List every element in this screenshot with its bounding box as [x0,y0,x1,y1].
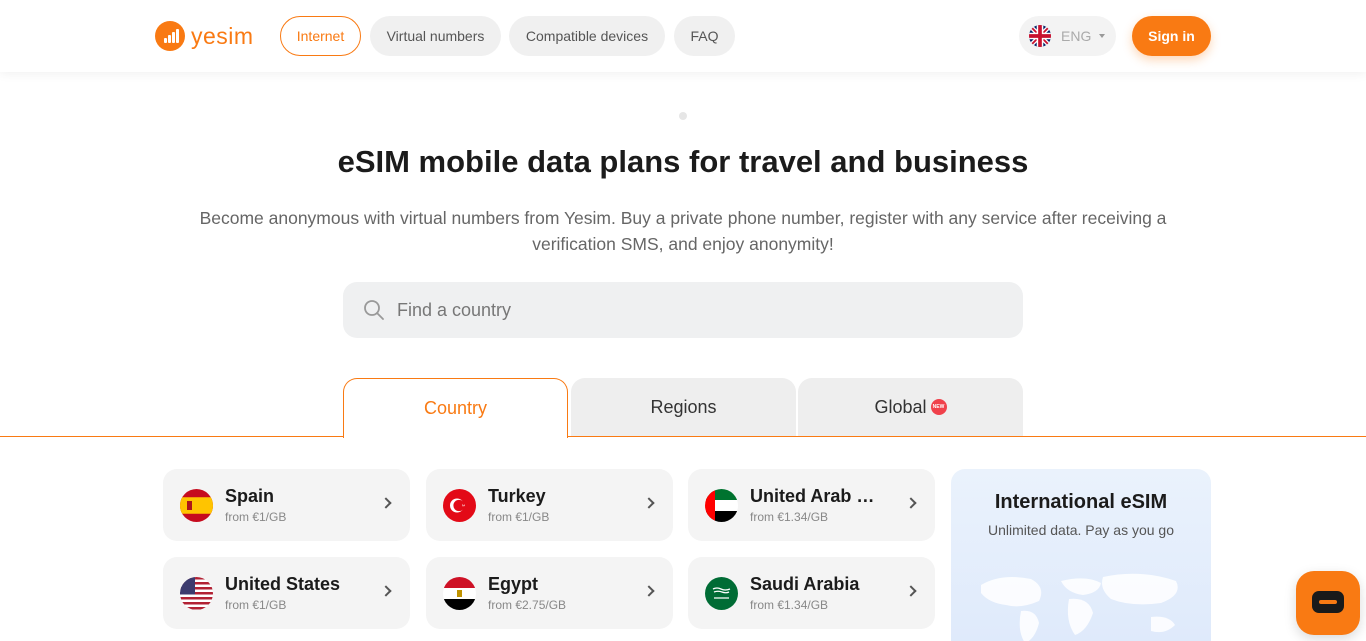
caret-down-icon [1099,34,1106,38]
country-name: Egypt [488,574,539,594]
nav-compatible-devices[interactable]: Compatible devices [509,16,665,56]
saudi-flag-icon [705,576,738,610]
country-price: from €1/GB [225,598,287,612]
country-price: from €1/GB [225,510,287,524]
us-flag-icon [180,576,213,610]
country-card-united-states[interactable]: United States from €1/GB [163,557,410,629]
tab-regions-label: Regions [650,396,717,417]
country-card-egypt[interactable]: Egypt from €2.75/GB [426,557,673,629]
country-name: Saudi Arabia [750,574,860,594]
international-esim-title: International eSIM [994,491,1168,513]
language-label: ENG [1061,28,1092,44]
nav-virtual-numbers[interactable]: Virtual numbers [370,16,501,56]
tab-global-label: Global [874,396,927,417]
country-name: Spain [225,486,275,506]
search-input[interactable] [397,299,977,321]
tab-regions[interactable]: Regions [571,378,796,436]
logo-text: yesim [191,22,254,49]
international-esim-card[interactable]: International eSIM Unlimited data. Pay a… [951,469,1211,641]
sign-in-button[interactable]: Sign in [1132,16,1211,56]
international-esim-subtitle: Unlimited data. Pay as you go [988,522,1174,538]
chat-button[interactable] [1296,571,1360,635]
country-price: from €1.34/GB [750,598,829,612]
tab-country[interactable]: Country [343,378,568,438]
page-subtitle: Become anonymous with virtual numbers fr… [199,208,1167,254]
world-map-icon [981,573,1178,641]
tabs-divider [0,436,1366,437]
country-card-turkey[interactable]: Turkey from €1/GB [426,469,673,541]
nav-faq[interactable]: FAQ [674,16,735,56]
country-card-saudi-arabia[interactable]: Saudi Arabia from €1.34/GB [688,557,935,629]
uk-flag-icon [1029,25,1051,47]
search-icon [364,300,384,320]
egypt-flag-icon [443,576,476,610]
country-price: from €1.34/GB [750,510,829,524]
country-search[interactable] [343,282,1023,338]
carousel-dot[interactable] [679,112,687,120]
turkey-flag-icon [443,488,476,522]
spain-flag-icon [180,488,213,522]
tab-country-label: Country [423,398,488,418]
country-card-uae[interactable]: United Arab Emirates from €1.34/GB [688,469,935,541]
country-price: from €2.75/GB [488,598,567,612]
language-selector[interactable]: ENG [1019,16,1116,56]
tab-global[interactable]: Global NEW [798,378,1023,436]
country-price: from €1/GB [488,510,550,524]
country-name: United States [225,574,341,594]
page-title: eSIM mobile data plans for travel and bu… [337,144,1029,179]
site-header: yesim Internet Virtual numbers Compatibl… [0,0,1366,72]
signal-bars-icon [155,21,185,51]
yesim-logo[interactable]: yesim [155,20,254,52]
country-name: United Arab Emirates [750,486,878,506]
new-badge: NEW [930,399,947,415]
country-name: Turkey [488,486,546,506]
country-card-spain[interactable]: Spain from €1/GB [163,469,410,541]
uae-flag-icon [705,488,738,522]
nav-internet[interactable]: Internet [280,16,361,56]
chat-bubble-icon [1312,591,1344,613]
